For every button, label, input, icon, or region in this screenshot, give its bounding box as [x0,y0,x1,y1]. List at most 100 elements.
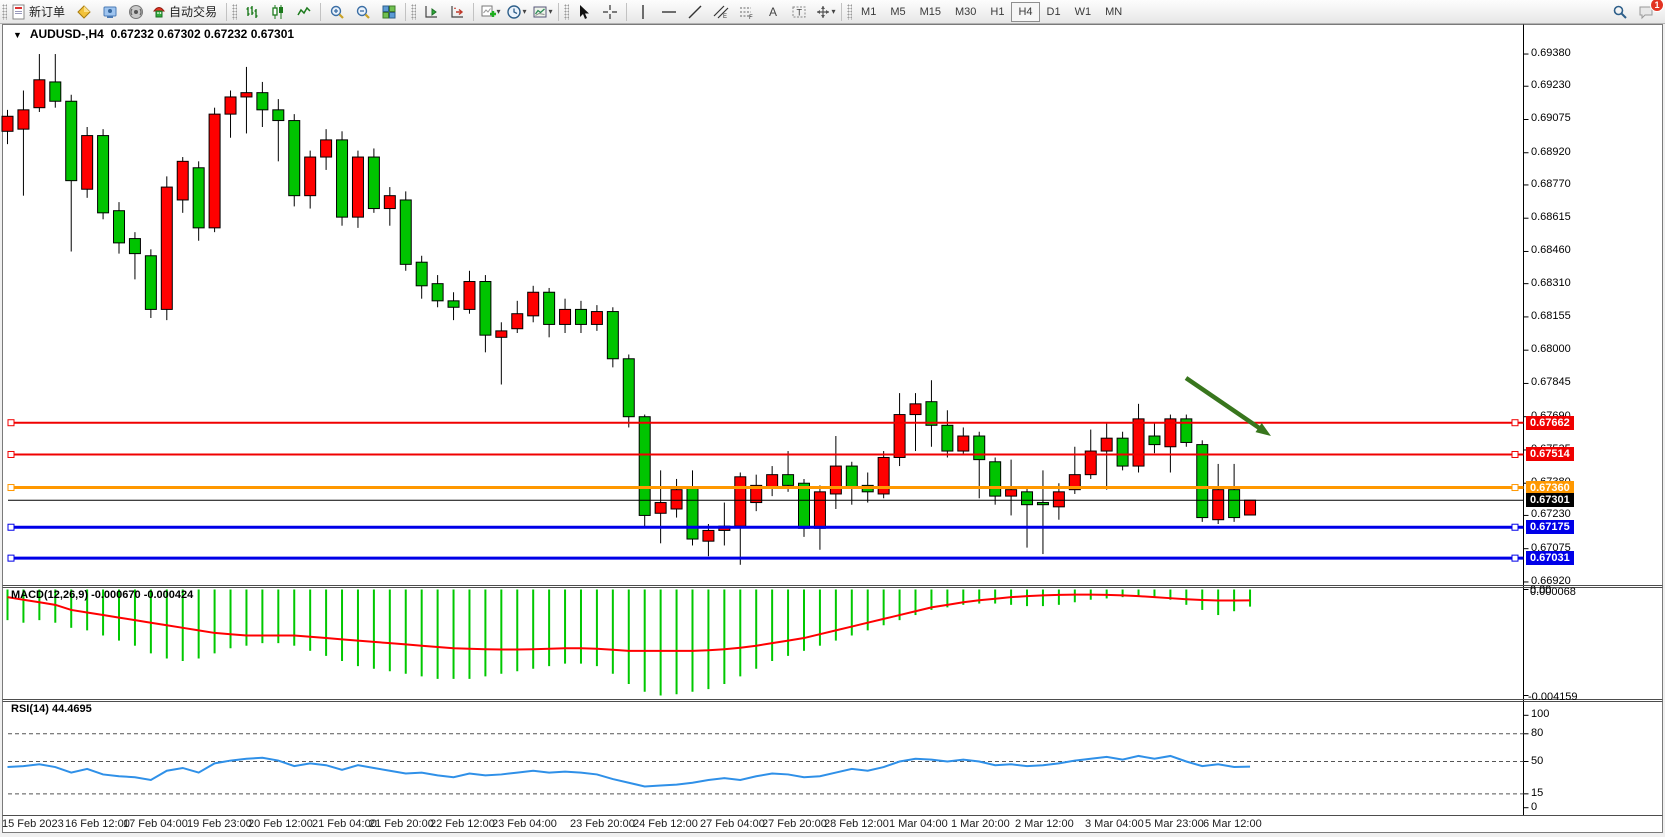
candle [177,161,188,200]
candle [799,483,810,528]
candle [894,415,905,458]
candle [305,157,316,196]
candle [1133,419,1144,466]
candle [432,284,443,301]
candle [161,187,172,309]
candle [337,140,348,217]
mt4-window: 新订单 [0,0,1665,837]
price-tick-label: 0.67230 [1531,508,1571,520]
time-axis-label: 17 Feb 04:00 [123,818,188,830]
price-tick-label: 0.69075 [1531,112,1571,124]
hline-price-label: 0.67031 [1526,551,1574,565]
candle [1022,492,1033,505]
candle [783,475,794,486]
rsi-scale-label: 50 [1531,755,1543,767]
candle [607,312,618,359]
time-axis-label: 24 Feb 12:00 [633,818,698,830]
candle [193,168,204,228]
time-axis-label: 1 Mar 04:00 [889,818,948,830]
candle [225,97,236,114]
candle [241,93,252,97]
macd-label: MACD(12,26,9) -0.000670 -0.000424 [11,589,193,601]
price-tick-label: 0.67845 [1531,376,1571,388]
price-tick-label: 0.68770 [1531,178,1571,190]
time-axis-label: 21 Feb 20:00 [369,818,434,830]
rsi-value: 44.4695 [52,703,92,715]
macd-signal-value: -0.000424 [144,589,194,601]
candle [528,292,539,316]
candle [496,331,507,337]
line-handle[interactable] [8,524,14,530]
candle [735,477,746,526]
rsi-label: RSI(14) 44.4695 [11,703,92,715]
candle [990,462,1001,496]
candle [2,116,13,131]
ohlc-low: 0.67232 [204,27,247,41]
hline-price-label: 0.67175 [1526,520,1574,534]
candle [1213,490,1224,520]
candle [82,136,93,190]
chart-canvas[interactable] [0,0,1665,837]
time-axis-label: 1 Mar 20:00 [951,818,1010,830]
candle [846,466,857,487]
line-handle[interactable] [8,451,14,457]
line-handle[interactable] [1512,451,1518,457]
candle [910,404,921,415]
current-price-label: 0.67301 [1526,493,1574,507]
line-handle[interactable] [1512,485,1518,491]
price-tick-label: 0.69380 [1531,47,1571,59]
candle [974,436,985,460]
candle [257,93,268,110]
price-tick-label: 0.68155 [1531,310,1571,322]
time-axis-label: 22 Feb 12:00 [430,818,495,830]
candle [591,312,602,325]
time-axis-label: 28 Feb 12:00 [824,818,889,830]
line-handle[interactable] [8,555,14,561]
candle [1037,503,1048,505]
price-tick-label: 0.69230 [1531,79,1571,91]
candle [671,490,682,509]
candle [209,114,220,228]
candle [1197,445,1208,518]
candle [687,488,698,540]
candle [98,136,109,213]
chart-frame [3,25,1663,833]
candle [464,282,475,310]
candle [958,436,969,451]
time-axis-label: 27 Feb 04:00 [700,818,765,830]
time-axis-label: 23 Feb 04:00 [492,818,557,830]
line-handle[interactable] [8,485,14,491]
ohlc-open: 0.67232 [111,27,154,41]
time-axis-label: 2 Mar 12:00 [1015,818,1074,830]
time-axis-label: 20 Feb 12:00 [248,818,313,830]
candle [368,157,379,209]
symbol-dropdown-icon[interactable]: ▼ [13,30,22,40]
time-axis-label: 27 Feb 20:00 [762,818,827,830]
macd-scale-min: -0.004159 [1528,691,1578,703]
ohlc-close: 0.67301 [251,27,294,41]
candle [544,292,555,324]
candle [34,80,45,108]
candle [1006,490,1017,496]
chart-title[interactable]: ▼ AUDUSD-,H4 0.67232 0.67302 0.67232 0.6… [13,27,294,41]
time-axis-label: 23 Feb 20:00 [570,818,635,830]
line-handle[interactable] [1512,420,1518,426]
candle [50,82,61,101]
line-handle[interactable] [1512,555,1518,561]
candle [1117,438,1128,466]
rsi-scale-label: 0 [1531,801,1537,813]
time-axis-label: 15 Feb 2023 [2,818,64,830]
candle [114,211,125,243]
line-handle[interactable] [1512,524,1518,530]
candle [655,503,666,514]
line-handle[interactable] [8,420,14,426]
candle [1149,436,1160,445]
price-tick-label: 0.68460 [1531,244,1571,256]
candle [321,140,332,157]
candle [480,282,491,336]
candle [512,314,523,329]
candle [623,359,634,417]
candle [384,196,395,209]
time-axis-label: 19 Feb 23:00 [187,818,252,830]
ohlc-high: 0.67302 [157,27,200,41]
